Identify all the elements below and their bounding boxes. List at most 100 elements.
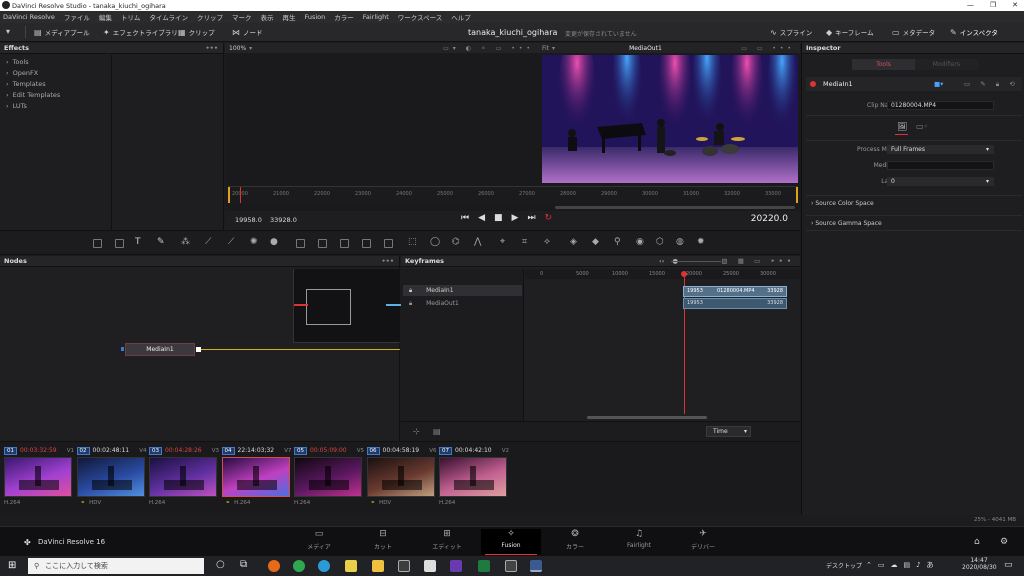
- store-icon[interactable]: [398, 560, 410, 572]
- node-mediain1[interactable]: MediaIn1: [125, 343, 195, 356]
- source-color-space-section[interactable]: › Source Color Space: [806, 195, 1022, 211]
- task-view-icon[interactable]: ⧉: [240, 559, 247, 570]
- viewer-right-options-icons[interactable]: ▭ ▭ •••: [741, 45, 795, 52]
- move-icon[interactable]: ⊹: [413, 427, 420, 436]
- merge-tool-icon[interactable]: [296, 239, 305, 248]
- render-end-timecode[interactable]: 33928.0: [270, 216, 297, 224]
- nodes-panel[interactable]: Nodes ••• MediaIn1: [0, 256, 401, 441]
- keyer-tool-icon[interactable]: ⟡: [544, 237, 550, 247]
- menu-item-workspace[interactable]: ワークスペース: [398, 12, 443, 22]
- render-start-timecode[interactable]: 19958.0: [235, 216, 262, 224]
- nodes-button[interactable]: ⋈ ノード: [232, 27, 263, 38]
- cortana-icon[interactable]: ○: [216, 559, 225, 570]
- effects-item-tools[interactable]: › Tools: [0, 56, 111, 67]
- stop-icon[interactable]: ■: [494, 213, 503, 223]
- clip-thumbnail-item[interactable]: 03 00:04:28:26 V3 H.264: [149, 446, 219, 506]
- source-gamma-space-section[interactable]: › Source Gamma Space: [806, 215, 1022, 231]
- media-pool-button[interactable]: ▤ メディアプール: [34, 27, 90, 38]
- panel-toggle-button[interactable]: ▾: [6, 27, 10, 36]
- layer-select[interactable]: 0 ▾: [887, 177, 994, 186]
- color-corrector-icon[interactable]: ⟋: [228, 237, 234, 247]
- effects-library-button[interactable]: ✦ エフェクトライブラリ: [103, 27, 178, 38]
- page-cut[interactable]: ⊟ カット: [353, 529, 413, 555]
- edge-icon[interactable]: [318, 560, 330, 572]
- lock-icon[interactable]: 🔒︎: [409, 287, 412, 294]
- channel-boolean-icon[interactable]: [318, 239, 327, 248]
- clip-name-field[interactable]: 01280004.MP4: [887, 101, 994, 110]
- menu-item-playback[interactable]: 再生: [282, 12, 295, 22]
- keyframe-bar-mediain1[interactable]: 19953 01280004.MP4 33928: [683, 286, 787, 297]
- timeline-ruler[interactable]: 20000 21000 22000 23000 24000 25000 2600…: [228, 186, 798, 203]
- more-options-icon[interactable]: •••: [206, 44, 218, 52]
- clip-thumbnail-item[interactable]: 01 00:03:32:59 V1 H.264: [4, 446, 74, 506]
- clips-button[interactable]: ▦ クリップ: [178, 27, 215, 38]
- 3d-shape-icon[interactable]: ◈: [570, 237, 577, 247]
- 3d-camera-icon[interactable]: ◉: [636, 237, 644, 247]
- image-tab-icon[interactable]: 🖼︎: [897, 122, 907, 131]
- keyframes-button[interactable]: ◆ キーフレーム: [826, 27, 874, 38]
- mediaid-field[interactable]: [887, 161, 994, 170]
- inspector-button[interactable]: ✎ インスペクタ: [950, 27, 998, 38]
- desktop-toolbar-label[interactable]: デスクトップ: [826, 561, 862, 570]
- blur-tool-icon[interactable]: ⟋: [205, 237, 211, 247]
- viewer-scrollbar[interactable]: [555, 206, 795, 209]
- node-navigator[interactable]: [293, 269, 401, 343]
- menu-item-mark[interactable]: マーク: [232, 12, 252, 22]
- maximize-button[interactable]: ❐: [990, 1, 996, 9]
- bspline-mask-icon[interactable]: ⋀: [474, 237, 481, 247]
- ellipse-mask-icon[interactable]: ◯: [430, 237, 440, 247]
- more-options-icon[interactable]: •••: [382, 257, 394, 265]
- node-enabled-toggle[interactable]: [810, 81, 816, 87]
- menu-item-fusion[interactable]: Fusion: [304, 13, 325, 21]
- go-to-end-icon[interactable]: ⏭: [527, 213, 535, 223]
- zoom-select[interactable]: 100%: [229, 45, 246, 52]
- render-range-end[interactable]: [796, 187, 798, 203]
- expand-arrows-icon[interactable]: ‹›: [659, 257, 664, 265]
- page-deliver[interactable]: ✈ デリバー: [673, 529, 733, 555]
- effects-item-openfx[interactable]: › OpenFX: [0, 67, 111, 78]
- tracker-tool-icon[interactable]: ⌖: [500, 237, 505, 247]
- taskbar-search-box[interactable]: ⚲ ここに入力して検索: [28, 558, 204, 574]
- particle-tool-icon[interactable]: ⁂: [181, 237, 190, 247]
- menu-item-resolve[interactable]: DaVinci Resolve: [3, 13, 55, 21]
- clip-thumbnail-item[interactable]: 04 22:14:03;32 V7 ⚭ H.264: [221, 446, 292, 506]
- spline-button[interactable]: ∿ スプライン: [770, 27, 812, 38]
- page-edit[interactable]: ⊞ エディット: [417, 529, 477, 555]
- effects-item-templates[interactable]: › Templates: [0, 78, 111, 89]
- page-media[interactable]: ▭ メディア: [289, 529, 349, 555]
- system-tray-icons[interactable]: ⌃▭☁▤♪あ: [866, 560, 940, 570]
- transform-tool-icon[interactable]: [362, 239, 371, 248]
- keyframes-options-icons[interactable]: ▨ ▦ ▭ •••: [721, 257, 795, 265]
- paint-tool-icon[interactable]: [115, 239, 124, 248]
- effects-item-edit-templates[interactable]: › Edit Templates: [0, 89, 111, 100]
- keyframes-ruler[interactable]: 0 5000 10000 15000 20000 25000 30000: [525, 269, 800, 279]
- play-icon[interactable]: ▶: [512, 213, 519, 223]
- menu-item-edit[interactable]: 編集: [99, 12, 112, 22]
- clock[interactable]: 14:47 2020/08/30: [962, 557, 997, 571]
- notification-icon[interactable]: ▭: [1004, 560, 1013, 570]
- background-tool-icon[interactable]: [93, 239, 102, 248]
- list-icon[interactable]: ▤: [433, 427, 441, 436]
- polygon-mask-icon[interactable]: ⌬: [452, 237, 460, 247]
- matte-control-icon[interactable]: [340, 239, 349, 248]
- resize-tool-icon[interactable]: [384, 239, 393, 248]
- node-header-icons[interactable]: ▭ ✎ 🔒︎ ⟲: [964, 80, 1019, 89]
- go-to-start-icon[interactable]: ⏮: [461, 213, 469, 223]
- planar-tracker-icon[interactable]: ⌗: [522, 237, 527, 247]
- node-output-port[interactable]: [196, 347, 201, 352]
- menu-item-fairlight[interactable]: Fairlight: [363, 13, 389, 21]
- page-fairlight[interactable]: ♫ Fairlight: [609, 529, 669, 555]
- menu-item-color[interactable]: カラー: [334, 12, 354, 22]
- effects-item-luts[interactable]: › LUTs: [0, 100, 111, 111]
- menu-item-help[interactable]: ヘルプ: [451, 12, 471, 22]
- calculator-icon[interactable]: [505, 560, 517, 572]
- keyframes-scrollbar[interactable]: [587, 416, 707, 419]
- page-fusion[interactable]: ✧ Fusion: [481, 529, 541, 555]
- rectangle-mask-icon[interactable]: ⬚: [408, 237, 417, 247]
- page-color[interactable]: ❂ カラー: [545, 529, 605, 555]
- tab-tools[interactable]: Tools: [852, 59, 915, 70]
- current-frame-timecode[interactable]: 20220.0: [751, 214, 788, 224]
- clip-thumbnail-item[interactable]: 02 00:02:48:11 V4 ⚭ HDV: [76, 446, 147, 506]
- track-row-mediaout1[interactable]: 🔒︎ MediaOut1: [403, 298, 522, 309]
- brush-tool-icon[interactable]: ✎: [157, 237, 165, 247]
